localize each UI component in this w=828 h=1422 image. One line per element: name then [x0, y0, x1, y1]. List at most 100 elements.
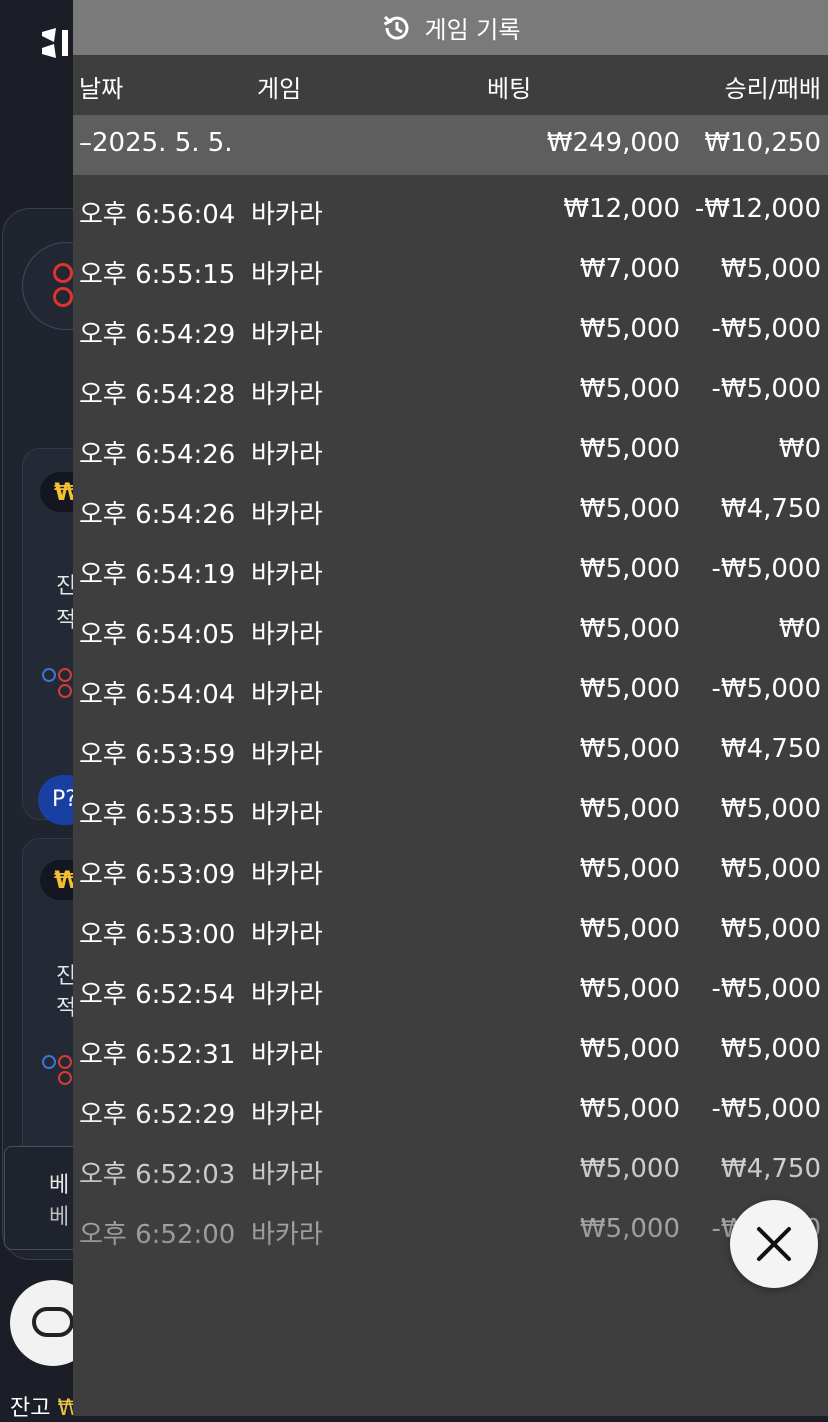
row-game: 바카라	[251, 740, 323, 770]
row-bet: ₩5,000	[579, 554, 680, 584]
row-bet: ₩5,000	[579, 1034, 680, 1064]
bet-label: 베	[49, 1205, 70, 1230]
row-game: 바카라	[251, 560, 323, 590]
row-result: ₩5,000	[720, 794, 821, 824]
day-bet-total: ₩249,000	[546, 128, 680, 158]
history-row[interactable]: 오후 6:53:00 바카라 ₩5,000 ₩5,000	[73, 900, 828, 960]
road-marker	[42, 668, 56, 682]
row-bet: ₩5,000	[579, 674, 680, 704]
row-game: 바카라	[251, 260, 323, 290]
row-result: ₩5,000	[720, 854, 821, 884]
row-bet: ₩5,000	[579, 434, 680, 464]
bet-label: 베	[49, 1173, 70, 1198]
row-time: 오후 6:54:26	[79, 440, 236, 470]
row-bet: ₩5,000	[579, 374, 680, 404]
history-row[interactable]: 오후 6:54:28 바카라 ₩5,000 -₩5,000	[73, 360, 828, 420]
row-result: ₩4,750	[720, 1154, 821, 1184]
balance-label: 잔고	[10, 1396, 51, 1421]
row-game: 바카라	[251, 500, 323, 530]
row-bet: ₩5,000	[579, 614, 680, 644]
row-time: 오후 6:52:31	[79, 1040, 236, 1070]
row-time: 오후 6:55:15	[79, 260, 236, 290]
row-bet: ₩5,000	[579, 494, 680, 524]
row-bet: ₩12,000	[563, 194, 680, 224]
row-result: -₩5,000	[711, 674, 821, 704]
history-rows: 오후 6:56:04 바카라 ₩12,000 -₩12,000 오후 6:55:15 바카…	[73, 180, 828, 1260]
history-row[interactable]: 오후 6:56:04 바카라 ₩12,000 -₩12,000	[73, 180, 828, 240]
row-result: -₩5,000	[711, 1094, 821, 1124]
row-time: 오후 6:54:28	[79, 380, 236, 410]
row-bet: ₩5,000	[579, 1094, 680, 1124]
row-result: ₩5,000	[720, 254, 821, 284]
row-time: 오후 6:54:26	[79, 500, 236, 530]
history-row[interactable]: 오후 6:54:26 바카라 ₩5,000 ₩0	[73, 420, 828, 480]
road-marker	[42, 1055, 56, 1069]
row-game: 바카라	[251, 200, 323, 230]
history-row[interactable]: 오후 6:54:05 바카라 ₩5,000 ₩0	[73, 600, 828, 660]
col-bet: 베팅	[487, 75, 532, 103]
row-game: 바카라	[251, 680, 323, 710]
history-clock-icon	[383, 15, 409, 40]
day-result-total: ₩10,250	[704, 128, 821, 158]
row-bet: ₩5,000	[579, 734, 680, 764]
history-row[interactable]: 오후 6:54:26 바카라 ₩5,000 ₩4,750	[73, 480, 828, 540]
game-history-panel: 게임 기록 날짜 게임 베팅 승리/패배 –2025. 5. 5. ₩249,0…	[73, 0, 828, 1416]
history-title: 게임 기록	[424, 16, 521, 44]
row-time: 오후 6:53:09	[79, 860, 236, 890]
app-logo	[40, 26, 74, 68]
row-time: 오후 6:54:19	[79, 560, 236, 590]
row-result: -₩5,000	[711, 974, 821, 1004]
row-result: -₩5,000	[711, 314, 821, 344]
close-icon	[757, 1227, 791, 1261]
row-game: 바카라	[251, 1160, 323, 1190]
history-row[interactable]: 오후 6:54:04 바카라 ₩5,000 -₩5,000	[73, 660, 828, 720]
history-row[interactable]: 오후 6:53:55 바카라 ₩5,000 ₩5,000	[73, 780, 828, 840]
row-result: ₩5,000	[720, 1034, 821, 1064]
history-header: 게임 기록	[73, 0, 828, 55]
row-game: 바카라	[251, 620, 323, 650]
day-group-label: –2025. 5. 5.	[79, 128, 233, 158]
close-button[interactable]	[730, 1200, 818, 1288]
row-bet: ₩5,000	[579, 1154, 680, 1184]
history-row[interactable]: 오후 6:55:15 바카라 ₩7,000 ₩5,000	[73, 240, 828, 300]
row-bet: ₩5,000	[579, 794, 680, 824]
row-time: 오후 6:54:05	[79, 620, 236, 650]
row-bet: ₩5,000	[579, 1214, 680, 1244]
history-row[interactable]: 오후 6:52:03 바카라 ₩5,000 ₩4,750	[73, 1140, 828, 1200]
row-result: -₩5,000	[711, 374, 821, 404]
road-marker	[58, 668, 72, 682]
row-game: 바카라	[251, 860, 323, 890]
history-row[interactable]: 오후 6:52:00바카라₩5,000-₩5,000	[73, 1200, 828, 1260]
row-time: 오후 6:52:29	[79, 1100, 236, 1130]
history-row[interactable]: 오후 6:54:19 바카라 ₩5,000 -₩5,000	[73, 540, 828, 600]
col-result: 승리/패배	[724, 75, 821, 103]
day-group-row[interactable]: –2025. 5. 5. ₩249,000 ₩10,250	[73, 115, 828, 175]
row-time: 오후 6:56:04	[79, 200, 236, 230]
row-game: 바카라	[251, 380, 323, 410]
row-bet: ₩5,000	[579, 854, 680, 884]
row-game: 바카라	[251, 920, 323, 950]
row-game: 바카라	[251, 1220, 323, 1250]
chat-icon	[32, 1307, 74, 1337]
row-time: 오후 6:54:04	[79, 680, 236, 710]
row-game: 바카라	[251, 320, 323, 350]
history-row[interactable]: 오후 6:53:59 바카라 ₩5,000 ₩4,750	[73, 720, 828, 780]
history-row[interactable]: 오후 6:52:29 바카라 ₩5,000 -₩5,000	[73, 1080, 828, 1140]
row-result: ₩5,000	[720, 914, 821, 944]
road-marker	[58, 684, 72, 698]
road-marker	[58, 1071, 72, 1085]
row-result: -₩5,000	[711, 554, 821, 584]
row-time: 오후 6:53:59	[79, 740, 236, 770]
row-bet: ₩5,000	[579, 314, 680, 344]
row-result: -₩12,000	[694, 194, 821, 224]
row-time: 오후 6:53:55	[79, 800, 236, 830]
row-bet: ₩5,000	[579, 974, 680, 1004]
history-row[interactable]: 오후 6:54:29 바카라 ₩5,000 -₩5,000	[73, 300, 828, 360]
history-row[interactable]: 오후 6:52:31 바카라 ₩5,000 ₩5,000	[73, 1020, 828, 1080]
row-game: 바카라	[251, 1100, 323, 1130]
column-headers: 날짜 게임 베팅 승리/패배	[73, 55, 828, 115]
row-result: ₩4,750	[720, 494, 821, 524]
history-row[interactable]: 오후 6:52:54 바카라 ₩5,000 -₩5,000	[73, 960, 828, 1020]
history-row[interactable]: 오후 6:53:09 바카라 ₩5,000 ₩5,000	[73, 840, 828, 900]
row-game: 바카라	[251, 440, 323, 470]
